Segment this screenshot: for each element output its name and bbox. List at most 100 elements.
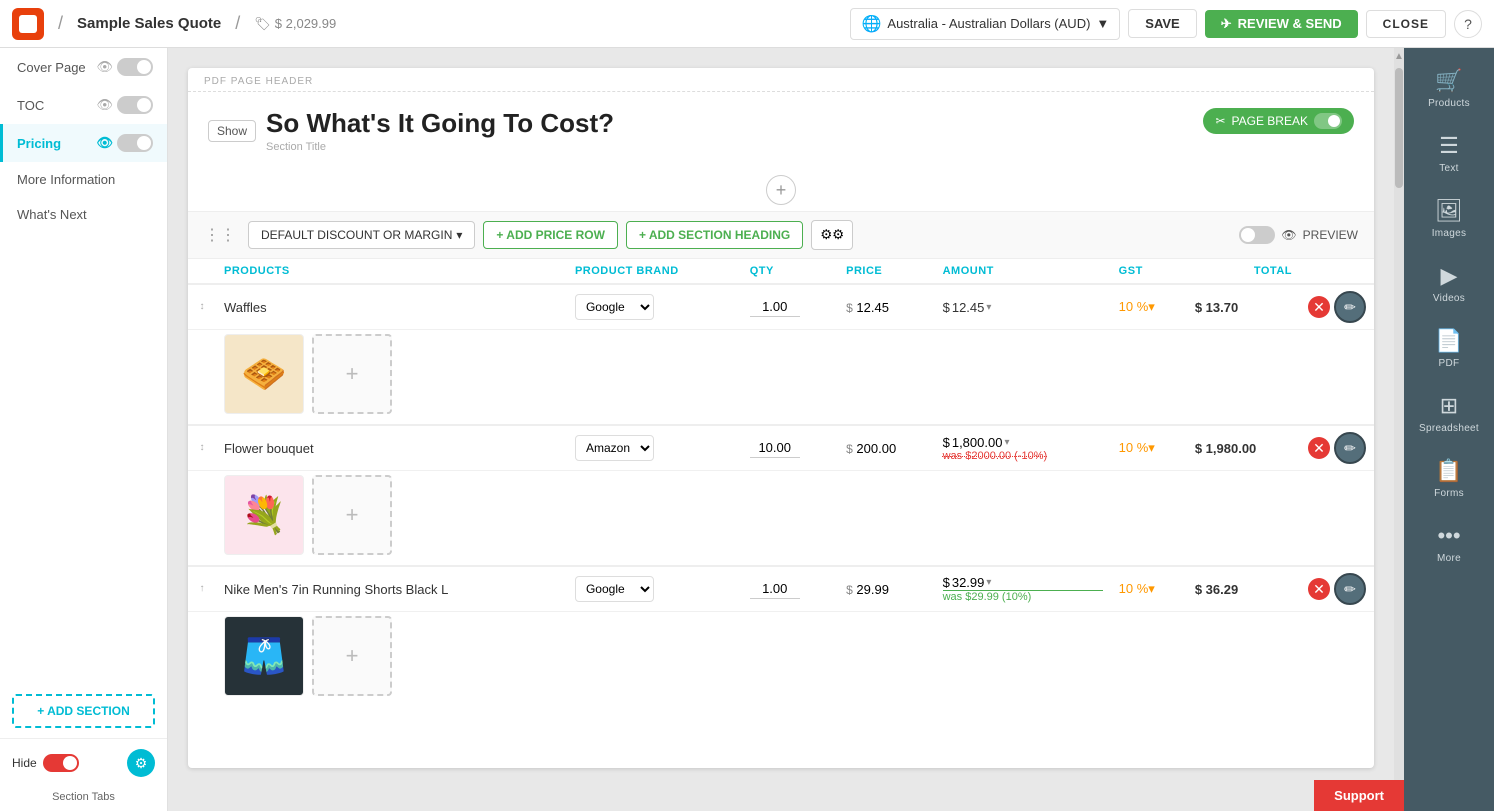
edit-waffles-button[interactable]: ✏ — [1334, 291, 1366, 323]
image-cell-waffles: 🧇 + — [224, 334, 1366, 414]
cover-toggle-wrap: 👁 — [96, 58, 153, 76]
save-button[interactable]: SAVE — [1128, 9, 1196, 38]
price-dollar-icon-2: $ — [846, 442, 853, 456]
sort-updown-icon-3[interactable]: ↑ — [196, 584, 208, 594]
sidebar-item-cover-page[interactable]: Cover Page 👁 — [0, 48, 167, 86]
add-image-waffles-button[interactable]: + — [312, 334, 392, 414]
product-img-waffles: 🧇 — [224, 334, 304, 414]
scroll-bar: ▲ ▼ — [1394, 48, 1404, 811]
gst-val-nike[interactable]: 10 %▾ — [1119, 581, 1155, 596]
product-img-nike: 🩳 — [224, 616, 304, 696]
toc-toggle[interactable] — [117, 96, 153, 114]
add-image-flower-button[interactable]: + — [312, 475, 392, 555]
sidebar-item-text[interactable]: ☰ Text — [1404, 121, 1494, 186]
drag-handle-icon[interactable]: ⋮⋮ — [204, 225, 236, 245]
sidebar-item-pdf[interactable]: 📄 PDF — [1404, 316, 1494, 381]
close-button[interactable]: CLOSE — [1366, 10, 1446, 38]
price-tag-icon: 🏷 — [254, 16, 271, 32]
row2-qty — [742, 425, 838, 471]
support-button[interactable]: Support — [1314, 780, 1404, 811]
review-send-button[interactable]: ✈ REVIEW & SEND — [1205, 10, 1358, 38]
eye-icon: 👁 — [96, 59, 113, 75]
edit-flower-button[interactable]: ✏ — [1334, 432, 1366, 464]
th-price: PRICE — [838, 259, 935, 284]
remove-waffles-button[interactable]: ✕ — [1308, 296, 1330, 318]
section-heading: So What's It Going To Cost? — [266, 108, 614, 139]
amount-waffles[interactable]: $ 12.45 ▾ — [943, 300, 1103, 315]
gst-val-waffles[interactable]: 10 %▾ — [1119, 299, 1155, 314]
add-image-nike-button[interactable]: + — [312, 616, 392, 696]
sidebar-item-images[interactable]: 🖼 Images — [1404, 186, 1494, 251]
sidebar-item-pricing[interactable]: Pricing 👁 — [0, 124, 167, 162]
sort-updown-icon[interactable]: ↕ — [196, 302, 208, 312]
preview-toggle[interactable]: 👁 PREVIEW — [1239, 226, 1358, 244]
sidebar-item-spreadsheet[interactable]: ⊞ Spreadsheet — [1404, 381, 1494, 446]
hide-toggle[interactable] — [43, 754, 79, 772]
settings-button[interactable]: ⚙ — [127, 749, 155, 777]
scroll-up-arrow[interactable]: ▲ — [1394, 48, 1404, 64]
gear-settings-button[interactable]: ⚙⚙ — [811, 220, 853, 250]
amount-flower[interactable]: $ 1,800.00 ▾ — [943, 435, 1103, 450]
page-break-toggle[interactable] — [1314, 113, 1342, 129]
row1-brand: GoogleAmazonApple — [567, 284, 742, 330]
discount-margin-button[interactable]: DEFAULT DISCOUNT OR MARGIN ▾ — [248, 221, 475, 249]
sidebar-item-videos[interactable]: ▶ Videos — [1404, 251, 1494, 316]
img-sort-3 — [188, 612, 216, 707]
discount-caret-icon: ▾ — [456, 228, 462, 242]
top-bar-actions: 🌐 Australia - Australian Dollars (AUD) ▼… — [850, 8, 1482, 40]
qty-input-nike[interactable] — [750, 579, 800, 599]
sidebar-item-forms[interactable]: 📋 Forms — [1404, 446, 1494, 511]
locale-label: Australia - Australian Dollars (AUD) — [887, 16, 1090, 31]
row2-total: $ 1,980.00 — [1187, 425, 1300, 471]
row1-gst: 10 %▾ — [1111, 284, 1187, 330]
images-icon: 🖼 — [1435, 198, 1463, 224]
eye-icon-toc: 👁 — [96, 97, 113, 113]
qty-input-waffles[interactable] — [750, 297, 800, 317]
brand-select-flower[interactable]: AmazonGoogleApple — [575, 435, 654, 461]
remove-nike-button[interactable]: ✕ — [1308, 578, 1330, 600]
was-price-nike: was $29.99 (10%) — [943, 590, 1103, 603]
page-break-button[interactable]: ✂ PAGE BREAK — [1203, 108, 1354, 134]
gst-val-flower[interactable]: 10 %▾ — [1119, 440, 1155, 455]
add-section-heading-button[interactable]: + ADD SECTION HEADING — [626, 221, 803, 249]
th-total: TOTAL — [1187, 259, 1300, 284]
add-section-button[interactable]: + ADD SECTION — [12, 694, 155, 728]
show-button[interactable]: Show — [208, 120, 256, 142]
sidebar-item-whats-next[interactable]: What's Next — [0, 197, 167, 232]
remove-flower-button[interactable]: ✕ — [1308, 437, 1330, 459]
add-row-circle-button[interactable]: + — [766, 175, 796, 205]
sidebar-item-products[interactable]: 🛒 Products — [1404, 56, 1494, 121]
table-image-row-nike: 🩳 + — [188, 612, 1374, 707]
img-cell-nike: 🩳 + — [216, 612, 1374, 707]
hide-label: Hide — [12, 756, 37, 770]
pricing-toggle[interactable] — [117, 134, 153, 152]
cover-toggle[interactable] — [117, 58, 153, 76]
add-heading-label: + ADD SECTION HEADING — [639, 228, 790, 242]
row1-price: $ 12.45 — [838, 284, 935, 330]
page: PDF PAGE HEADER Show So What's It Going … — [188, 68, 1374, 768]
text-icon: ☰ — [1439, 133, 1459, 159]
row2-brand: AmazonGoogleApple — [567, 425, 742, 471]
app-logo[interactable] — [12, 8, 44, 40]
qty-input-flower[interactable] — [750, 438, 800, 458]
row1-sort: ↕ — [188, 284, 216, 330]
total-flower: $ 1,980.00 — [1195, 441, 1256, 456]
add-price-row-button[interactable]: + ADD PRICE ROW — [483, 221, 618, 249]
brand-select-nike[interactable]: GoogleAmazonApple — [575, 576, 654, 602]
brand-select-waffles[interactable]: GoogleAmazonApple — [575, 294, 654, 320]
sort-updown-icon-2[interactable]: ↕ — [196, 443, 208, 453]
edit-nike-button[interactable]: ✏ — [1334, 573, 1366, 605]
sidebar-item-more[interactable]: ••• More — [1404, 511, 1494, 576]
locale-selector[interactable]: 🌐 Australia - Australian Dollars (AUD) ▼ — [850, 8, 1120, 40]
price-dollar-icon-3: $ — [846, 583, 853, 597]
sidebar-item-more-info[interactable]: More Information — [0, 162, 167, 197]
doc-title: Sample Sales Quote — [77, 15, 221, 32]
row2-actions: ✕ ✏ — [1300, 425, 1374, 471]
row2-amount: $ 1,800.00 ▾ was $2000.00 (-10%) — [935, 425, 1111, 471]
help-button[interactable]: ? — [1454, 10, 1482, 38]
img-sort-2 — [188, 471, 216, 567]
sidebar-item-toc[interactable]: TOC 👁 — [0, 86, 167, 124]
amount-nike[interactable]: $ 32.99 ▾ — [943, 575, 1103, 590]
preview-switch[interactable] — [1239, 226, 1275, 244]
scroll-thumb[interactable] — [1395, 68, 1403, 188]
